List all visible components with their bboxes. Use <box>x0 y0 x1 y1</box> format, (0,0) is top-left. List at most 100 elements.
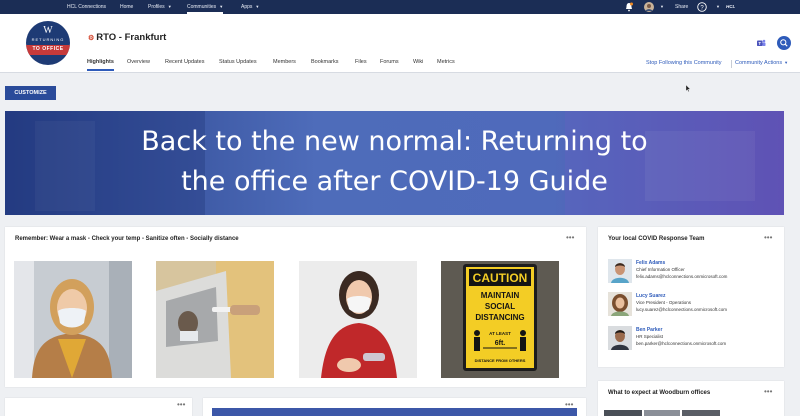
community-name: ⚙ RTO - Frankfurt <box>88 32 166 43</box>
bottom-left-more-button[interactable]: ••• <box>177 400 185 409</box>
avatar[interactable] <box>608 292 632 316</box>
community-gear-icon: ⚙ <box>88 35 95 42</box>
hcl-brand-logo: HCL <box>726 4 736 9</box>
sign-line-at-least: AT LEAST <box>489 331 511 336</box>
nav-home[interactable]: Home <box>120 0 133 14</box>
nav-hcl-connections[interactable]: HCL Connections <box>67 0 106 14</box>
bottom-center-banner-image <box>212 408 577 416</box>
sign-line-social: SOCIAL <box>485 302 515 311</box>
sign-line-maintain: MAINTAIN <box>481 291 520 300</box>
team-member-felix: Felix Adams Chief Information Officer fe… <box>608 259 778 285</box>
avatar[interactable] <box>608 326 632 350</box>
woman-sanitizing-illustration <box>299 261 417 378</box>
caution-sign-image: CAUTION MAINTAIN SOCIAL DISTANCING AT LE… <box>441 261 559 378</box>
logo-bottom-text: TO OFFICE <box>32 46 64 52</box>
nav-profiles[interactable]: Profiles ▼ <box>148 0 172 14</box>
search-button[interactable] <box>777 36 791 50</box>
logo-letter: W <box>43 25 53 36</box>
chevron-down-icon: ▼ <box>255 4 260 9</box>
nav-communities-label: Communities <box>187 4 217 10</box>
community-logo: W RETURNING TO OFFICE <box>26 21 70 65</box>
mouse-cursor-icon <box>686 85 691 92</box>
tab-highlights[interactable]: Highlights <box>87 57 114 71</box>
tab-forums[interactable]: Forums <box>380 57 399 71</box>
tab-members[interactable]: Members <box>273 57 296 71</box>
teams-icon[interactable]: T <box>756 38 766 48</box>
office-photo-thumbnail <box>644 410 680 416</box>
team-member-email[interactable]: felix.adams@hclconnections.onmicrosoft.c… <box>636 274 727 279</box>
stop-following-link[interactable]: Stop Following this Community <box>646 60 722 66</box>
what-to-expect-title: What to expect at Woodburn offices <box>608 390 711 396</box>
customize-button[interactable]: CUSTOMIZE <box>5 86 56 100</box>
tab-recent-updates[interactable]: Recent Updates <box>165 57 204 71</box>
svg-text:T: T <box>758 41 761 46</box>
sign-line-distancing: DISTANCING <box>475 313 524 322</box>
team-member-lucy: Lucy Suarez Vice President - Operations … <box>608 292 778 318</box>
reminder-card-title: Remember: Wear a mask - Check your temp … <box>15 236 239 242</box>
reminder-card-more-button[interactable]: ••• <box>566 233 574 242</box>
response-team-more-button[interactable]: ••• <box>764 233 772 242</box>
community-header: W RETURNING TO OFFICE ⚙ RTO - Frankfurt H… <box>0 14 800 72</box>
tab-files[interactable]: Files <box>355 57 367 71</box>
banner-title-line-1: Back to the new normal: Returning to <box>141 126 648 157</box>
woman-with-mask-illustration <box>14 261 132 378</box>
sign-line-distance-from-others: DISTANCE FROM OTHERS <box>475 358 526 363</box>
header-bottom-border <box>0 72 800 73</box>
team-member-role: Chief Information Officer <box>636 267 685 272</box>
sign-caution-text: CAUTION <box>473 271 528 285</box>
tab-metrics[interactable]: Metrics <box>437 57 455 71</box>
team-member-role: HR Specialist <box>636 334 664 339</box>
chevron-down-icon: ▼ <box>784 60 789 65</box>
temperature-check-illustration <box>156 261 274 378</box>
office-photo-thumbnail <box>682 410 720 416</box>
sign-line-6ft: 6ft. <box>495 340 506 347</box>
banner-title-line-2: the office after COVID-19 Guide <box>181 166 608 197</box>
team-member-name[interactable]: Ben Parker <box>636 327 662 333</box>
office-photo-thumbnail <box>604 410 642 416</box>
community-actions-menu[interactable]: Community Actions ▼ <box>735 60 788 66</box>
chevron-down-icon: ▼ <box>219 4 224 9</box>
search-icon <box>780 39 788 47</box>
bottom-center-more-button[interactable]: ••• <box>565 400 573 409</box>
notification-bell-icon[interactable] <box>624 2 634 12</box>
team-member-name[interactable]: Felix Adams <box>636 260 665 266</box>
team-member-ben: Ben Parker HR Specialist ben.parker@hclc… <box>608 326 778 352</box>
tab-bookmarks[interactable]: Bookmarks <box>311 57 339 71</box>
temperature-check-image <box>156 261 274 378</box>
tab-overview[interactable]: Overview <box>127 57 150 71</box>
svg-text:?: ? <box>700 5 704 11</box>
bottom-left-card: ••• <box>5 398 192 416</box>
what-to-expect-more-button[interactable]: ••• <box>764 387 772 396</box>
bottom-center-card: ••• <box>203 398 586 416</box>
nav-apps[interactable]: Apps ▼ <box>241 0 259 14</box>
header-divider <box>731 60 732 68</box>
hero-banner: Back to the new normal: Returning to the… <box>5 111 784 215</box>
tab-wiki[interactable]: Wiki <box>413 57 423 71</box>
nav-profiles-label: Profiles <box>148 4 165 10</box>
lucy-avatar-illustration <box>608 292 632 316</box>
woman-sanitizing-hands-image <box>299 261 417 378</box>
chevron-down-icon[interactable]: ▼ <box>713 0 720 14</box>
chevron-down-icon: ▼ <box>167 4 172 9</box>
share-link[interactable]: Share <box>675 0 688 14</box>
nav-communities[interactable]: Communities ▼ <box>187 0 224 14</box>
ben-avatar-illustration <box>608 326 632 350</box>
nav-apps-label: Apps <box>241 4 253 10</box>
community-name-label: RTO - Frankfurt <box>96 32 167 43</box>
tab-status-updates[interactable]: Status Updates <box>219 57 257 71</box>
team-member-email[interactable]: lucy.suarez@hclconnections.onmicrosoft.c… <box>636 307 727 312</box>
chevron-down-icon[interactable]: ▼ <box>657 0 664 14</box>
felix-avatar-illustration <box>608 259 632 283</box>
user-avatar-icon[interactable] <box>644 2 654 12</box>
help-icon[interactable]: ? <box>697 2 707 12</box>
community-actions-label: Community Actions <box>735 60 783 66</box>
logo-top-text: RETURNING <box>31 37 65 42</box>
team-member-email[interactable]: ben.parker@hclconnections.onmicrosoft.co… <box>636 341 726 346</box>
top-navigation-bar: HCL Connections Home Profiles ▼ Communiti… <box>0 0 800 14</box>
team-member-role: Vice President - Operations <box>636 300 691 305</box>
avatar[interactable] <box>608 259 632 283</box>
caution-sign-illustration: CAUTION MAINTAIN SOCIAL DISTANCING AT LE… <box>441 261 559 378</box>
woman-with-mask-image <box>14 261 132 378</box>
team-member-name[interactable]: Lucy Suarez <box>636 293 665 299</box>
what-to-expect-card: What to expect at Woodburn offices ••• <box>598 381 784 416</box>
